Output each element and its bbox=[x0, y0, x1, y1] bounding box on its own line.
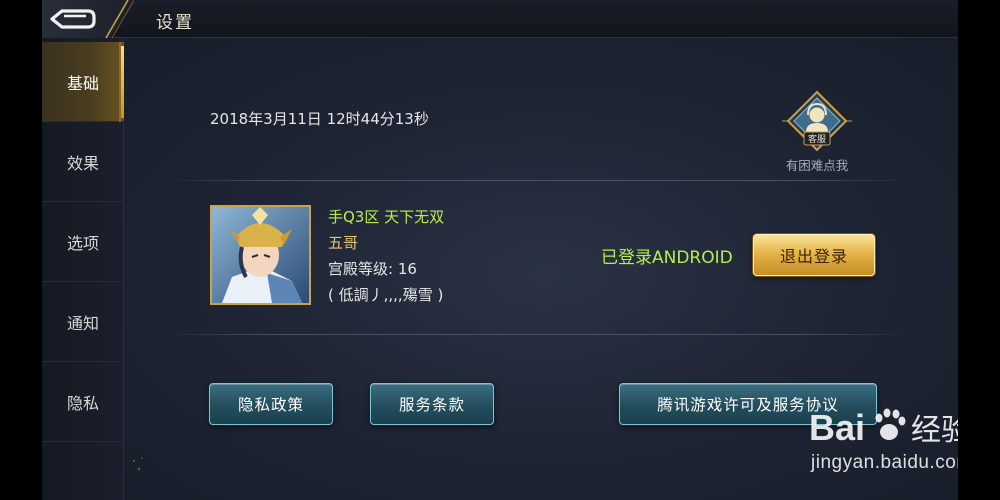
baidu-jingyan-watermark: Bai 经验 jingyan.baidu.com bbox=[764, 400, 958, 480]
account-info: 手Q3区 天下无双 五哥 宫殿等级: 16 ( 低調丿,,,,殤雪 ) bbox=[328, 204, 444, 308]
sidebar-item-effects[interactable]: 效果 bbox=[42, 122, 124, 202]
player-nickname: 五哥 bbox=[328, 234, 359, 252]
support-hint: 有困难点我 bbox=[785, 158, 849, 173]
svg-text:Bai: Bai bbox=[809, 407, 865, 448]
header-ornament bbox=[105, 0, 134, 38]
page-title: 设置 bbox=[156, 13, 194, 33]
logout-button[interactable]: 退出登录 bbox=[753, 234, 875, 276]
back-arrow-icon bbox=[50, 9, 96, 29]
server-name: 手Q3区 天下无双 bbox=[328, 208, 445, 226]
settings-screen: 设置 基础 效果 选项 通知 隐私 2018年3月11日 12时44分13秒 客… bbox=[42, 0, 958, 500]
divider-bottom bbox=[162, 334, 912, 335]
player-tag: ( 低調丿,,,,殤雪 ) bbox=[328, 286, 444, 304]
svg-text:经验: 经验 bbox=[911, 413, 958, 448]
watermark-url: jingyan.baidu.com bbox=[811, 452, 958, 473]
customer-service-icon: 客服 bbox=[782, 90, 852, 152]
baidu-logo: Bai 经验 bbox=[809, 407, 958, 448]
sidebar-item-basic[interactable]: 基础 bbox=[42, 42, 124, 122]
support-badge-label: 客服 bbox=[808, 133, 826, 145]
hero-avatar bbox=[210, 205, 311, 305]
letterbox-left bbox=[0, 0, 42, 500]
sidebar: 基础 效果 选项 通知 隐私 bbox=[42, 38, 124, 500]
divider-top bbox=[162, 180, 912, 181]
customer-service-button[interactable]: 客服 有困难点我 bbox=[772, 90, 862, 180]
login-status: 已登录ANDROID bbox=[601, 248, 733, 268]
letterbox-right bbox=[958, 0, 1000, 500]
header-bar: 设置 bbox=[42, 0, 958, 38]
sidebar-item-options[interactable]: 选项 bbox=[42, 202, 124, 282]
hero-portrait-image bbox=[212, 207, 309, 303]
privacy-policy-button[interactable]: 隐私政策 bbox=[209, 383, 333, 425]
palace-level: 宫殿等级: 16 bbox=[328, 260, 417, 278]
current-datetime: 2018年3月11日 12时44分13秒 bbox=[210, 110, 429, 128]
sparkle-decoration bbox=[133, 457, 143, 471]
sidebar-item-privacy[interactable]: 隐私 bbox=[42, 362, 124, 442]
terms-of-service-button[interactable]: 服务条款 bbox=[370, 383, 494, 425]
sidebar-item-notifications[interactable]: 通知 bbox=[42, 282, 124, 362]
